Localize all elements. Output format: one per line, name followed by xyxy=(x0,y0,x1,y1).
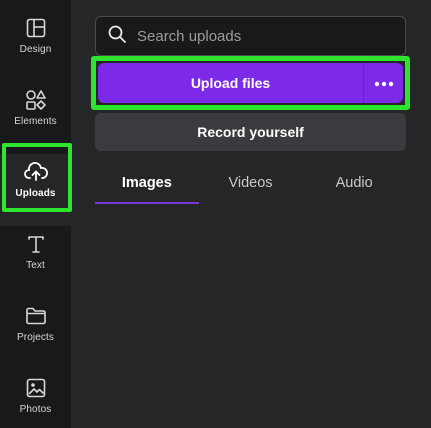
sidebar-item-label: Elements xyxy=(14,116,57,127)
sidebar-item-elements[interactable]: Elements xyxy=(0,82,71,154)
record-yourself-button[interactable]: Record yourself xyxy=(95,113,406,151)
sidebar-item-photos[interactable]: Photos xyxy=(0,370,71,428)
search-box[interactable] xyxy=(95,16,406,56)
folder-icon xyxy=(24,304,48,328)
sidebar-item-projects[interactable]: Projects xyxy=(0,298,71,370)
upload-highlight-box: Upload files xyxy=(91,56,410,110)
sidebar-item-design[interactable]: Design xyxy=(0,10,71,82)
tab-images[interactable]: Images xyxy=(95,168,199,204)
more-options-button[interactable] xyxy=(363,63,403,103)
sidebar-item-label: Text xyxy=(26,260,45,271)
search-icon xyxy=(107,24,127,49)
more-dots-icon xyxy=(374,74,394,92)
upload-button-group: Upload files xyxy=(98,63,403,103)
image-icon xyxy=(24,376,48,400)
sidebar-item-label: Design xyxy=(19,44,52,55)
tab-videos[interactable]: Videos xyxy=(199,168,303,204)
media-tabs: Images Videos Audio xyxy=(95,168,406,204)
design-icon xyxy=(24,16,48,40)
search-input[interactable] xyxy=(137,27,397,45)
text-icon xyxy=(24,232,48,256)
sidebar-item-label: Uploads xyxy=(15,188,56,199)
sidebar-item-uploads[interactable]: Uploads xyxy=(0,154,71,226)
cloud-upload-icon xyxy=(23,160,48,184)
sidebar-item-label: Projects xyxy=(17,332,54,343)
elements-icon xyxy=(24,88,48,112)
upload-files-button[interactable]: Upload files xyxy=(98,63,363,103)
tab-audio[interactable]: Audio xyxy=(302,168,406,204)
sidebar-item-label: Photos xyxy=(19,404,52,415)
sidebar-item-text[interactable]: Text xyxy=(0,226,71,298)
sidebar-rail: Design Elements Uploads Text Projects Ph… xyxy=(0,0,71,428)
uploads-panel: Upload files Record yourself Images Vide… xyxy=(71,0,431,428)
